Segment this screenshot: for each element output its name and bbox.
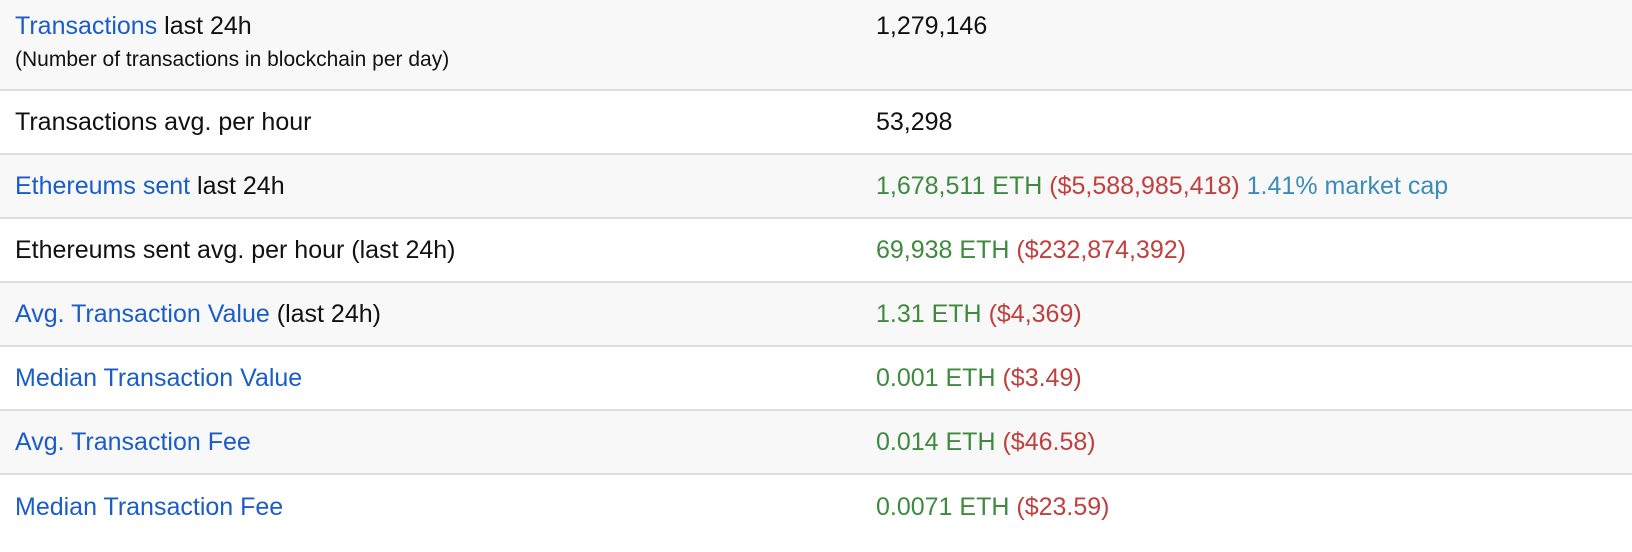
transactions-24h-value: 1,279,146 xyxy=(876,12,988,40)
table-row-transactions-per-hour: Transactions avg. per hour 53,298 xyxy=(0,90,1632,154)
row-label: Median Transaction Value xyxy=(0,346,875,410)
label-suffix: last 24h xyxy=(190,172,285,200)
row-label: Avg. Transaction Value (last 24h) xyxy=(0,282,875,346)
row-label: Transactions avg. per hour xyxy=(15,108,312,136)
table-row-ethereums-sent-24h: Ethereums sent last 24h 1,678,511 ETH ($… xyxy=(0,154,1632,218)
median-transaction-value-link[interactable]: Median Transaction Value xyxy=(15,364,302,392)
row-value: 0.001 ETH ($3.49) xyxy=(875,346,1632,410)
usd-amount: ($3.49) xyxy=(1002,364,1082,392)
table-row-ethereums-sent-per-hour: Ethereums sent avg. per hour (last 24h) … xyxy=(0,218,1632,282)
usd-amount: ($232,874,392) xyxy=(1016,236,1186,264)
eth-amount: 1,678,511 ETH xyxy=(876,172,1043,200)
row-label: Ethereums sent last 24h xyxy=(0,154,875,218)
eth-amount: 0.014 ETH xyxy=(876,428,996,456)
row-value: 1,678,511 ETH ($5,588,985,418) 1.41% mar… xyxy=(875,154,1632,218)
row-label: Transactions last 24h (Number of transac… xyxy=(0,0,875,90)
row-label: Median Transaction Fee xyxy=(0,474,875,539)
usd-amount: ($4,369) xyxy=(988,300,1082,328)
label-suffix: (last 24h) xyxy=(269,300,381,328)
row-value: 69,938 ETH ($232,874,392) xyxy=(875,218,1632,282)
row-value: 1.31 ETH ($4,369) xyxy=(875,282,1632,346)
table-row-median-transaction-value: Median Transaction Value 0.001 ETH ($3.4… xyxy=(0,346,1632,410)
table-row-avg-transaction-value: Avg. Transaction Value (last 24h) 1.31 E… xyxy=(0,282,1632,346)
row-value: 1,279,146 xyxy=(875,0,1632,90)
table-row-transactions-24h: Transactions last 24h (Number of transac… xyxy=(0,0,1632,90)
blockchain-stats-table: Transactions last 24h (Number of transac… xyxy=(0,0,1632,539)
eth-amount: 0.0071 ETH xyxy=(876,493,1010,521)
avg-transaction-value-link[interactable]: Avg. Transaction Value xyxy=(15,300,270,328)
median-transaction-fee-link[interactable]: Median Transaction Fee xyxy=(15,493,283,521)
transactions-link[interactable]: Transactions xyxy=(15,12,157,40)
row-label: Avg. Transaction Fee xyxy=(0,410,875,474)
transactions-per-hour-value: 53,298 xyxy=(876,108,953,136)
usd-amount: ($23.59) xyxy=(1016,493,1110,521)
market-cap-share: 1.41% market cap xyxy=(1246,172,1449,200)
row-value: 0.014 ETH ($46.58) xyxy=(875,410,1632,474)
table-row-avg-transaction-fee: Avg. Transaction Fee 0.014 ETH ($46.58) xyxy=(0,410,1632,474)
usd-amount: ($46.58) xyxy=(1002,428,1096,456)
eth-amount: 1.31 ETH xyxy=(876,300,982,328)
row-label: Ethereums sent avg. per hour (last 24h) xyxy=(15,236,456,264)
eth-amount: 0.001 ETH xyxy=(876,364,996,392)
usd-amount: ($5,588,985,418) xyxy=(1049,172,1240,200)
avg-transaction-fee-link[interactable]: Avg. Transaction Fee xyxy=(15,428,251,456)
table-row-median-transaction-fee: Median Transaction Fee 0.0071 ETH ($23.5… xyxy=(0,474,1632,539)
eth-amount: 69,938 ETH xyxy=(876,236,1010,264)
row-sublabel: (Number of transactions in blockchain pe… xyxy=(15,48,450,71)
row-value: 0.0071 ETH ($23.59) xyxy=(875,474,1632,539)
label-suffix: last 24h xyxy=(157,12,252,40)
ethereums-sent-link[interactable]: Ethereums sent xyxy=(15,172,190,200)
